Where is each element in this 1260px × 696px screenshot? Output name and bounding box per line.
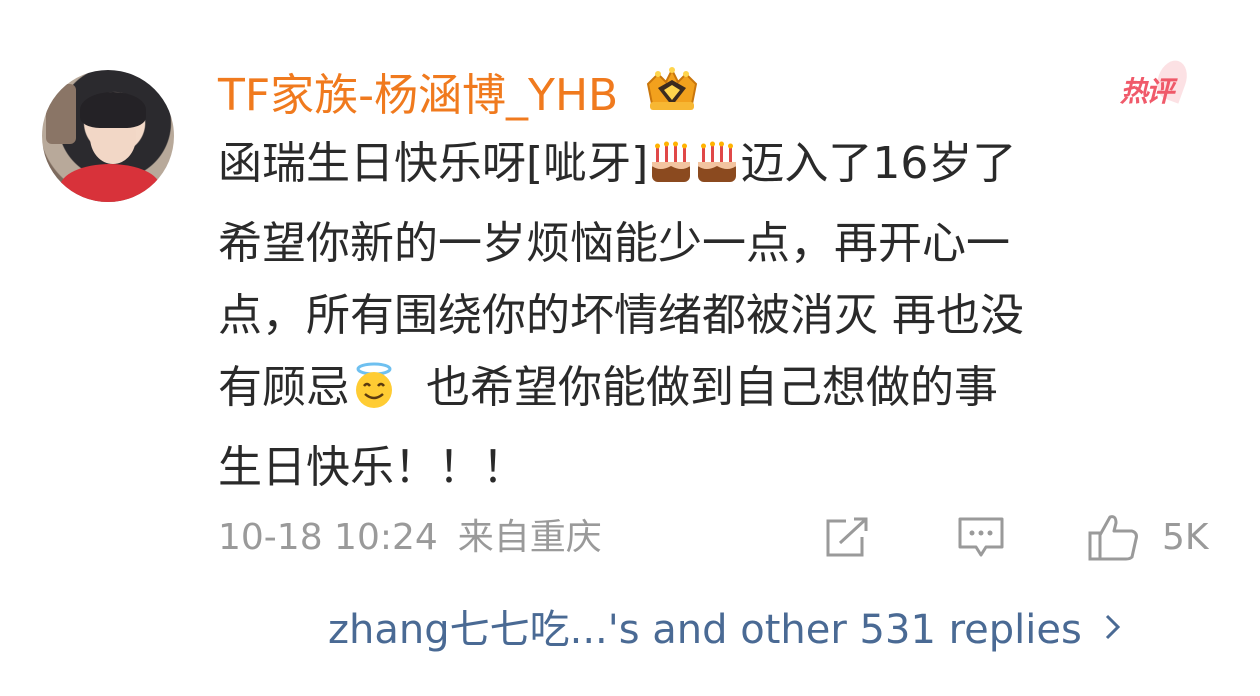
view-replies-link[interactable]: zhang七七吃...'s and other 531 replies xyxy=(328,600,1122,658)
like-count: 5K xyxy=(1162,517,1209,558)
avatar-hair xyxy=(80,92,146,128)
comment-text: 函瑞生日快乐呀[呲牙] xyxy=(218,138,649,189)
avatar-background xyxy=(46,84,76,144)
comment-text: 有顾忌 xyxy=(218,362,350,413)
comment-line-4: 有顾忌 也希望你能做到自己想做的事 xyxy=(218,352,1218,432)
timestamp: 10-18 10:24 xyxy=(218,517,438,558)
username[interactable]: TF家族-杨涵博_YHB xyxy=(218,66,618,126)
halo-smile-emoji xyxy=(350,360,398,432)
hot-comment-badge: 热评 xyxy=(1120,70,1174,114)
comment-meta: 10-18 10:24 来自重庆 xyxy=(218,510,602,566)
chevron-right-icon xyxy=(1104,600,1122,656)
thumbs-up-icon xyxy=(1088,515,1138,561)
like-button[interactable]: 5K xyxy=(1086,510,1209,566)
birthday-cake-emoji xyxy=(694,136,740,208)
comment-line-2: 希望你新的一岁烦恼能少一点，再开心一 xyxy=(218,218,1010,269)
share-button[interactable] xyxy=(822,510,872,566)
crown-badge-icon xyxy=(646,67,698,110)
location: 来自重庆 xyxy=(457,517,602,558)
comment-icon xyxy=(958,517,1004,557)
comment-text: 迈入了16岁了 xyxy=(740,138,1017,189)
comment-body: 函瑞生日快乐呀[呲牙] 迈入了16岁了 希望你新的一岁烦恼能少一点，再开心一 点，… xyxy=(218,128,1218,504)
comment-button[interactable] xyxy=(956,510,1006,566)
comment-text: 也希望你能做到自己想做的事 xyxy=(398,362,998,413)
comment-line-3: 点，所有围绕你的坏情绪都被消灭 再也没 xyxy=(218,290,1024,341)
avatar[interactable] xyxy=(42,70,174,202)
avatar-shirt xyxy=(60,164,160,202)
comment-line-5: 生日快乐！！！ xyxy=(218,442,526,493)
birthday-cake-emoji xyxy=(648,136,694,208)
comment-line-1: 函瑞生日快乐呀[呲牙] 迈入了16岁了 xyxy=(218,128,1218,208)
share-icon xyxy=(826,517,868,557)
replies-summary: zhang七七吃...'s and other 531 replies xyxy=(328,607,1082,653)
